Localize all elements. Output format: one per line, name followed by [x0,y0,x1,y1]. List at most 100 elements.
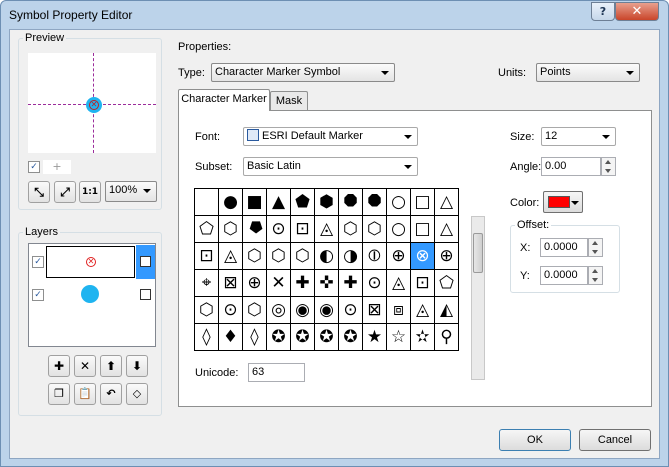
offset-y-field[interactable]: 0.0000 [540,266,588,285]
layer-visible-checkbox[interactable]: ✓ [32,256,44,268]
glyph-cell[interactable]: ◐ [315,243,339,270]
glyph-cell[interactable]: ✕ [267,270,291,297]
show-guides-checkbox[interactable]: ✓ [28,161,40,173]
glyph-cell[interactable]: ⯃ [363,189,387,216]
offset-y-spinner[interactable] [588,266,603,285]
angle-field[interactable]: 0.00 [541,157,601,176]
layer-visible-checkbox[interactable]: ✓ [32,289,44,301]
properties-icon[interactable]: ◇ [126,383,148,405]
glyph-cell[interactable]: ⬠ [435,270,459,297]
layer-row[interactable]: ✓ ✕ [29,245,155,279]
glyph-cell[interactable]: ⊙ [219,297,243,324]
glyph-cell[interactable]: ◊ [243,324,267,351]
glyph-cell[interactable]: ✜ [315,270,339,297]
glyph-cell[interactable]: ⬡ [291,243,315,270]
glyph-cell[interactable]: ⊡ [411,270,435,297]
glyph-cell[interactable]: ◑ [339,243,363,270]
copy-icon[interactable]: ❐ [48,383,70,405]
glyph-cell[interactable]: ♦ [219,324,243,351]
glyph-cell[interactable]: ◎ [267,297,291,324]
glyph-cell[interactable]: ✚ [339,270,363,297]
glyph-cell[interactable]: ★ [363,324,387,351]
lock-icon[interactable] [140,256,151,267]
preview-canvas[interactable]: ✕ [28,53,156,153]
glyph-cell[interactable] [195,189,219,216]
glyph-cell[interactable]: ⊗ [411,243,435,270]
glyph-cell[interactable]: ⊡ [195,243,219,270]
layer-row[interactable]: ✓ [29,280,155,310]
glyph-cell[interactable]: △ [435,216,459,243]
glyph-cell[interactable]: ⬡ [339,216,363,243]
glyph-cell[interactable]: ⬟ [291,189,315,216]
glyph-cell[interactable]: ✫ [411,324,435,351]
glyph-cell[interactable]: ⬢ [315,189,339,216]
lock-icon[interactable] [140,289,151,300]
glyph-cell[interactable]: ⊕ [243,270,267,297]
glyph-cell[interactable]: ⬡ [195,297,219,324]
glyph-cell[interactable]: ⊙ [363,270,387,297]
glyph-cell[interactable]: ○ [387,189,411,216]
glyph-cell[interactable]: ✪ [339,324,363,351]
glyph-scrollbar[interactable] [471,216,485,380]
glyph-grid[interactable]: ● ■ ▲ ⬟ ⬢ ⯃ ⯃ ○ □ △ ⬠ ⬡ ⯂ ⊙ ⊡ ◬ ⬡ ⬡ ○ □ △ ⊡ ◬ ⬡ ⬡ ⬡ ◐ ◑ ⦶ ⊕ ⊗ ⊕ ⌖ ⊠ ⊕ ✕ ✚ ✜ ✚ ⊙… [194,188,459,351]
glyph-cell[interactable]: ✚ [291,270,315,297]
zoom-select[interactable]: 100% [105,181,157,202]
color-picker-button[interactable] [543,191,583,213]
glyph-cell[interactable]: ⯃ [339,189,363,216]
layers-list[interactable]: ✓ ✕ ✓ [28,243,156,347]
glyph-cell[interactable]: ✪ [267,324,291,351]
glyph-cell[interactable]: □ [411,189,435,216]
glyph-cell[interactable]: ○ [387,216,411,243]
glyph-cell[interactable]: ◬ [411,297,435,324]
unicode-field[interactable]: 63 [248,363,305,382]
glyph-cell[interactable]: ⌖ [195,270,219,297]
title-bar[interactable]: Symbol Property Editor ? ✕ [1,1,668,29]
glyph-cell[interactable]: ⧈ [387,297,411,324]
glyph-cell[interactable]: ◊ [195,324,219,351]
tab-character-marker[interactable]: Character Marker [178,89,270,111]
glyph-cell[interactable]: ▲ [267,189,291,216]
glyph-cell[interactable]: ⚲ [435,324,459,351]
glyph-cell[interactable]: ⊕ [435,243,459,270]
close-button[interactable]: ✕ [615,2,659,21]
glyph-cell[interactable]: ● [219,189,243,216]
glyph-cell[interactable]: ⊕ [387,243,411,270]
zoom-out-icon[interactable]: ⤢ [54,181,76,203]
glyph-cell[interactable]: ■ [243,189,267,216]
type-select[interactable]: Character Marker Symbol [211,63,395,82]
subset-select[interactable]: Basic Latin [243,157,418,176]
glyph-cell[interactable]: ⬡ [243,297,267,324]
actual-size-icon[interactable]: 1:1 [79,181,101,203]
glyph-cell[interactable]: ⯂ [243,216,267,243]
remove-layer-icon[interactable]: ✕ [74,355,96,377]
ok-button[interactable]: OK [499,429,571,451]
glyph-cell[interactable]: ⬡ [219,216,243,243]
glyph-cell[interactable]: △ [435,189,459,216]
glyph-cell[interactable]: ◭ [435,297,459,324]
paste-icon[interactable]: 📋 [74,383,96,405]
move-up-icon[interactable]: ⬆ [100,355,122,377]
zoom-in-icon[interactable]: ⤡ [28,181,50,203]
revert-icon[interactable]: ↶ [100,383,122,405]
offset-x-spinner[interactable] [588,238,603,257]
tab-mask[interactable]: Mask [270,91,308,111]
glyph-cell[interactable]: ✪ [315,324,339,351]
glyph-cell[interactable]: ⬡ [363,216,387,243]
size-select[interactable]: 12 [541,127,616,146]
scrollbar-thumb[interactable] [473,233,483,273]
glyph-cell[interactable]: ◬ [219,243,243,270]
glyph-cell[interactable]: ◬ [387,270,411,297]
glyph-cell[interactable]: ⦶ [363,243,387,270]
offset-x-field[interactable]: 0.0000 [540,238,588,257]
glyph-cell[interactable]: ⊠ [363,297,387,324]
glyph-cell[interactable]: ◉ [315,297,339,324]
glyph-cell[interactable]: ◉ [291,297,315,324]
glyph-cell[interactable]: ☆ [387,324,411,351]
angle-spinner[interactable] [601,157,616,176]
font-select[interactable]: ESRI Default Marker [243,127,418,146]
glyph-cell[interactable]: ⊙ [339,297,363,324]
glyph-cell[interactable]: ⬡ [243,243,267,270]
glyph-cell[interactable]: ⊙ [267,216,291,243]
glyph-cell[interactable]: ⬠ [195,216,219,243]
glyph-cell[interactable]: ⬡ [267,243,291,270]
